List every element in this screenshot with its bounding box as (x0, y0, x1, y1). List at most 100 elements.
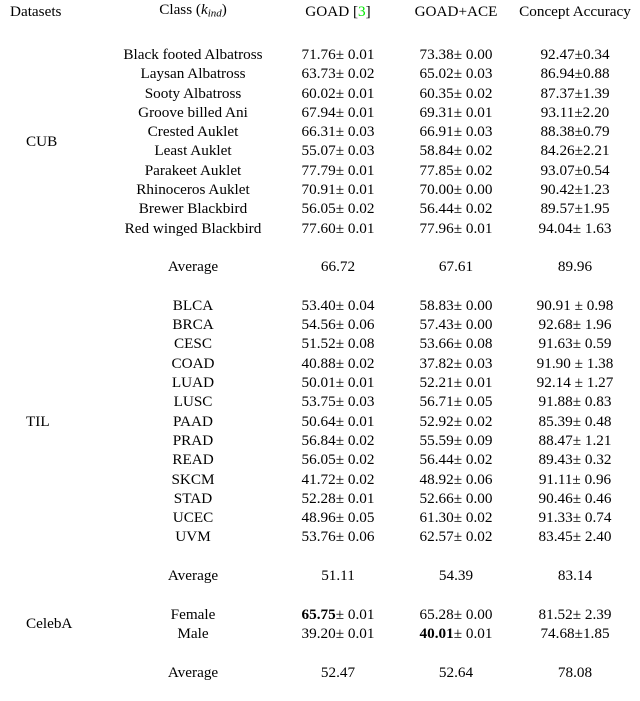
class-name: Male (177, 624, 209, 642)
average-label: Average (167, 663, 219, 681)
concept-accuracy-value: 81.52± 2.39 (538, 605, 612, 623)
goad-ace-value: 52.92± 0.02 (419, 412, 493, 430)
class-name: Brewer Blackbird (138, 200, 248, 218)
goad-value: 56.05± 0.02 (301, 451, 375, 469)
goad-ace-value: 56.44± 0.02 (419, 200, 493, 218)
dataset-label-empty (4, 566, 108, 585)
concept-accuracy-value: 91.11± 0.96 (538, 470, 612, 488)
concept-accuracy-value: 91.88± 0.83 (538, 393, 612, 411)
goad-ace-value-bold: 40.01 (419, 624, 454, 642)
class-name: STAD (173, 489, 213, 507)
class-name: Sooty Albatross (144, 84, 242, 102)
class-name: LUSC (173, 393, 213, 411)
concept-accuracy-value: 86.94±0.88 (540, 65, 610, 83)
class-name: SKCM (171, 470, 215, 488)
goad-ace-value: 58.84± 0.02 (419, 142, 493, 160)
concept-accuracy-value: 85.39± 0.48 (538, 412, 612, 430)
goad-header-tail: ] (365, 3, 371, 21)
average-goad-ace-value: 67.61 (438, 258, 474, 276)
goad-value: 71.76± 0.01 (301, 46, 375, 63)
class-name: BRCA (172, 316, 214, 334)
goad-value-std: ± 0.01 (335, 605, 375, 623)
average-goad-value: 51.11 (321, 567, 355, 585)
concept-accuracy-value: 83.45± 2.40 (538, 528, 612, 546)
goad-value: 53.75± 0.03 (301, 393, 375, 411)
average-label: Average (167, 258, 219, 276)
citation-link-3[interactable]: 3 (358, 3, 366, 20)
goad-value: 40.88± 0.02 (301, 354, 375, 372)
goad-value-bold: 65.75 (301, 605, 336, 623)
goad-value: 53.76± 0.06 (301, 528, 375, 546)
goad-ace-value: 52.66± 0.00 (419, 489, 493, 507)
concept-accuracy-value: 90.46± 0.46 (538, 489, 612, 507)
goad-ace-value: 56.71± 0.05 (419, 393, 493, 411)
goad-value: 67.94± 0.01 (301, 103, 375, 121)
concept-accuracy-value: 88.38±0.79 (540, 123, 610, 141)
goad-ace-value: 65.28± 0.00 (419, 605, 493, 623)
rule-table-bottom (4, 682, 636, 701)
goad-ace-value: 58.83± 0.00 (419, 296, 493, 314)
goad-value: 39.20± 0.01 (301, 624, 375, 642)
goad-ace-value: 70.00± 0.00 (419, 181, 493, 199)
dataset-label-empty (4, 663, 108, 682)
goad-ace-value: 55.59± 0.09 (419, 431, 493, 449)
rule-above-cub-average (4, 238, 636, 257)
dataset-label-cub: CUB (26, 132, 58, 150)
goad-value: 56.84± 0.02 (301, 431, 375, 449)
rule-below-til-average (4, 585, 636, 604)
goad-value: 50.64± 0.01 (301, 412, 375, 430)
concept-accuracy-value: 94.04± 1.63 (538, 219, 612, 237)
average-goad-ace-value: 54.39 (438, 567, 474, 585)
goad-value: 60.02± 0.01 (301, 84, 375, 102)
dataset-label-celeba: CelebA (26, 615, 73, 633)
goad-ace-value: 40.01± 0.01 (398, 624, 514, 643)
goad-header-main: GOAD [ (305, 3, 359, 21)
class-header-subscript: ind (207, 7, 222, 20)
concept-accuracy-value: 92.68± 1.96 (538, 316, 612, 334)
concept-accuracy-value: 89.43± 0.32 (538, 451, 612, 469)
table-row: CelebA Female 65.75± 0.01 65.28± 0.00 81… (4, 605, 636, 633)
goad-value: 53.40± 0.04 (301, 296, 375, 314)
class-name: Least Auklet (154, 142, 232, 160)
class-name: BLCA (172, 296, 214, 314)
dataset-label-til: TIL (26, 412, 50, 430)
goad-ace-value: 37.82± 0.03 (419, 354, 493, 372)
goad-ace-value: 66.91± 0.03 (419, 123, 493, 141)
class-name: CESC (174, 335, 212, 353)
column-header-class: Class (kind) (108, 0, 278, 26)
results-table-container: Datasets Class (kind) GOAD [3] GOAD+ACE … (0, 0, 640, 701)
concept-accuracy-value: 93.07±0.54 (540, 161, 610, 179)
concept-accuracy-value: 89.57±1.95 (540, 200, 610, 218)
goad-ace-value: 73.38± 0.00 (419, 46, 493, 63)
concept-accuracy-value: 91.63± 0.59 (538, 335, 612, 353)
class-name: UVM (175, 528, 211, 546)
average-concept-accuracy-value: 89.96 (557, 258, 593, 276)
goad-ace-value: 60.35± 0.02 (419, 84, 493, 102)
goad-value: 52.28± 0.01 (301, 489, 375, 507)
class-name: Rhinoceros Auklet (136, 181, 250, 199)
goad-value: 70.91± 0.01 (301, 181, 375, 199)
column-header-goad-ace: GOAD+ACE (414, 3, 498, 21)
class-name: Laysan Albatross (140, 65, 246, 83)
concept-accuracy-value: 91.33± 0.74 (538, 509, 612, 527)
average-concept-accuracy-value: 78.08 (557, 663, 593, 681)
concept-accuracy-value: 88.47± 1.21 (538, 431, 612, 449)
goad-value: 66.31± 0.03 (301, 123, 375, 141)
average-goad-value: 66.72 (320, 258, 356, 276)
class-header-tail: ) (221, 1, 227, 18)
class-name: Red winged Blackbird (124, 219, 262, 237)
average-row-til: Average 51.11 54.39 83.14 (4, 566, 636, 585)
concept-accuracy-value: 87.37±1.39 (540, 84, 610, 102)
goad-ace-value-std: ± 0.01 (453, 624, 493, 642)
class-name: COAD (171, 354, 215, 372)
concept-accuracy-value: 92.14 ± 1.27 (536, 374, 614, 392)
concept-accuracy-value: 90.42±1.23 (540, 181, 610, 199)
class-header-symbol: k (200, 1, 208, 18)
class-name: Crested Auklet (147, 123, 239, 141)
class-name: READ (172, 451, 214, 469)
concept-accuracy-value: 91.90 ± 1.38 (536, 354, 614, 372)
class-name: Female (170, 605, 216, 623)
column-header-concept-accuracy: Concept Accuracy (519, 3, 631, 21)
goad-ace-value: 77.96± 0.01 (419, 219, 493, 237)
column-header-datasets: Datasets (10, 3, 62, 21)
